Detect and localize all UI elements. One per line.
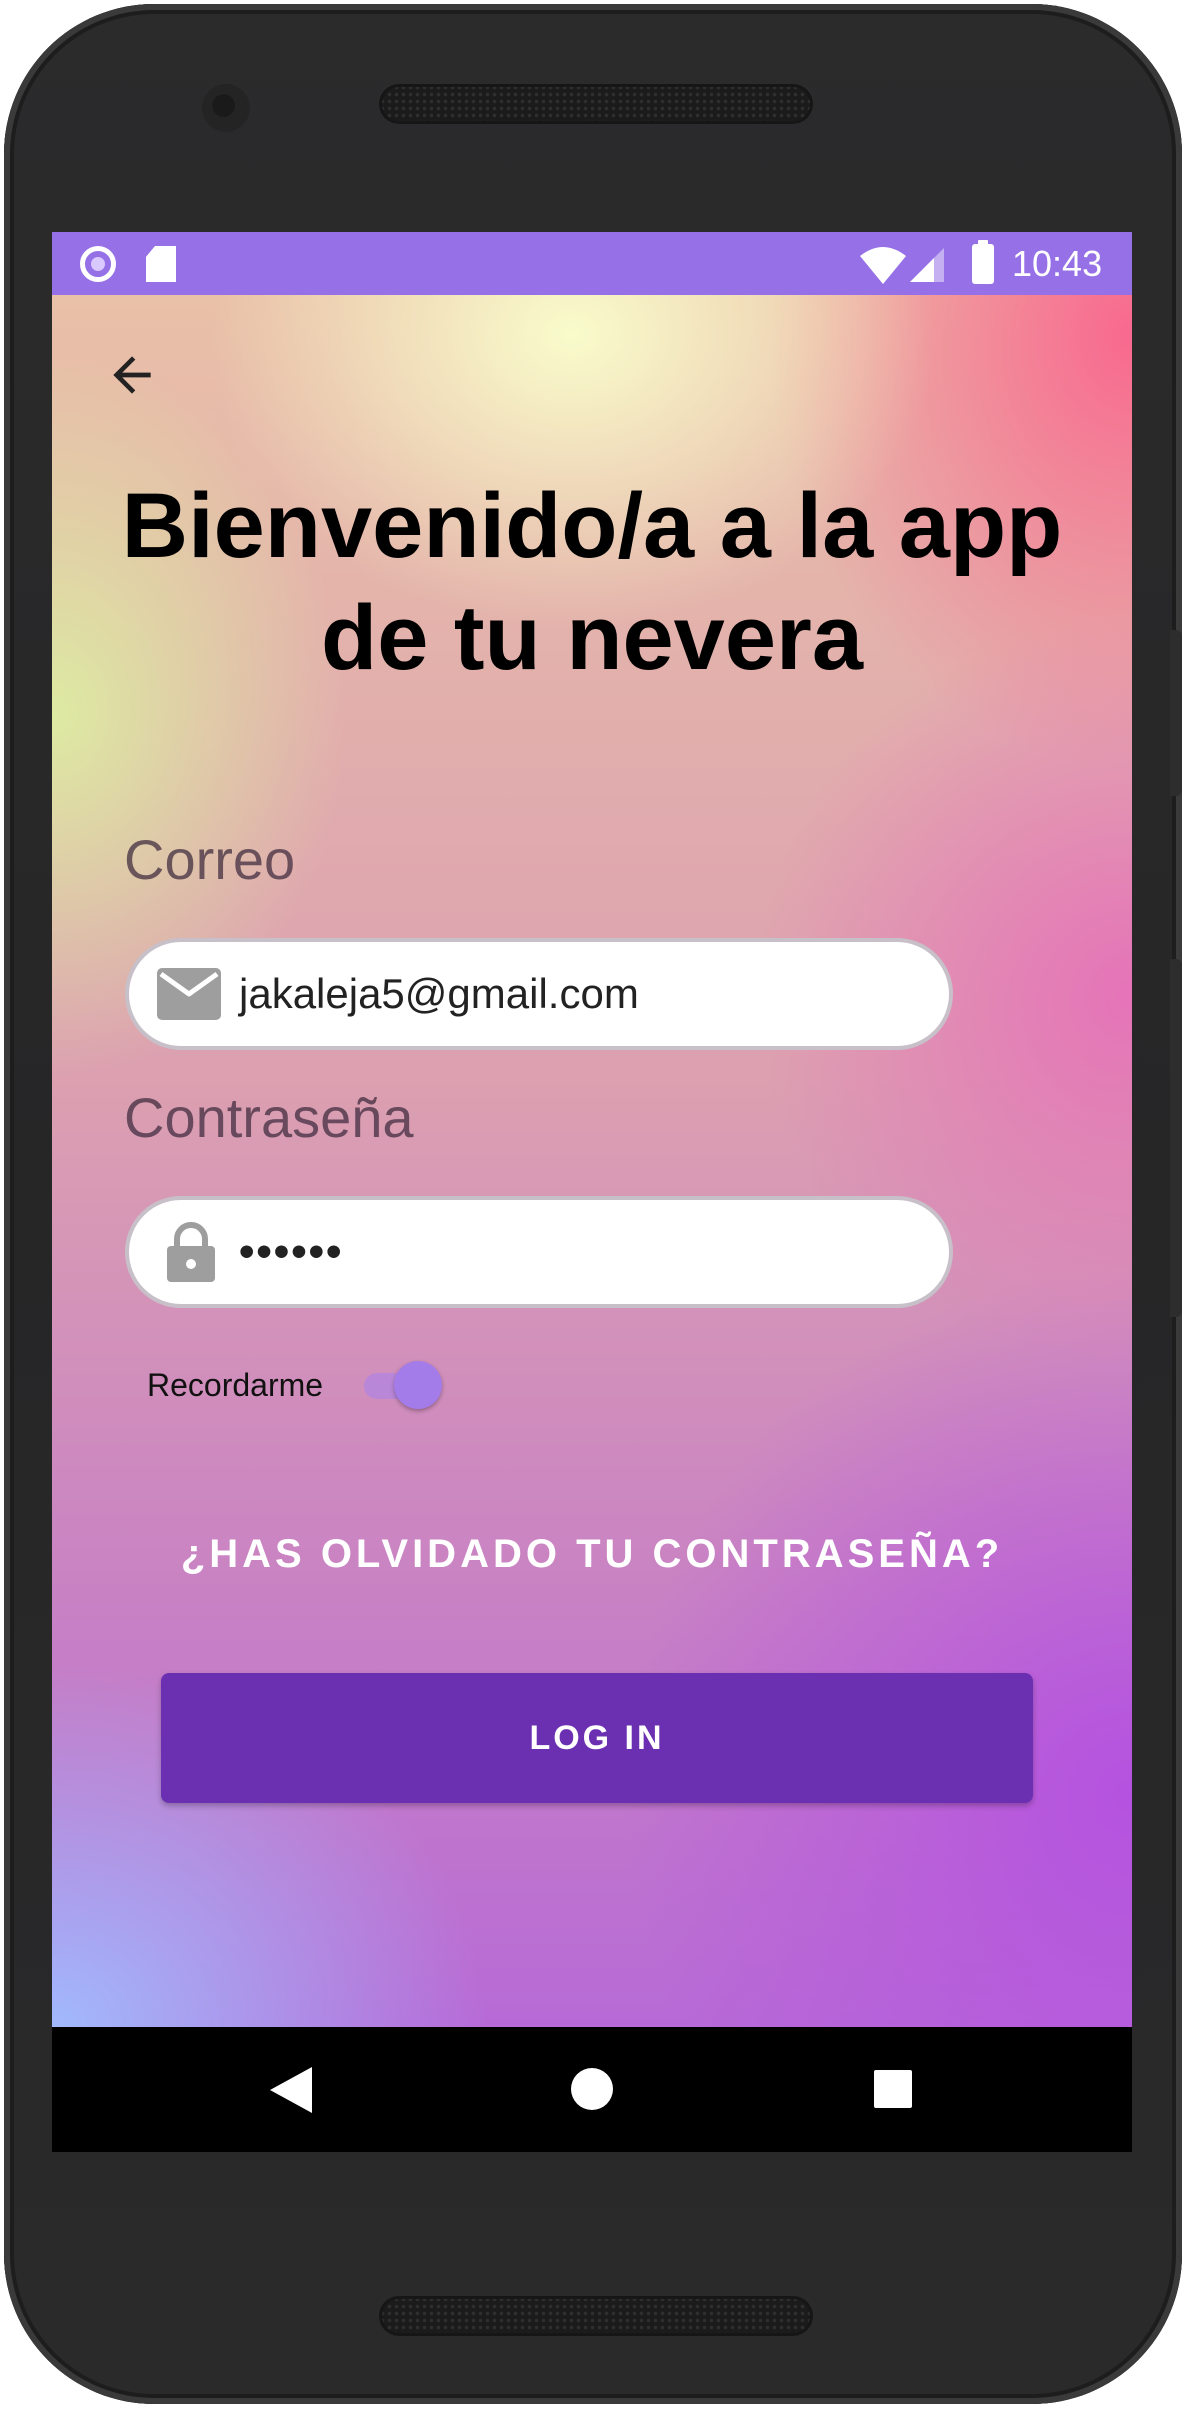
status-bar: 10:43: [52, 232, 1132, 295]
login-screen: Bienvenido/a a la app de tu nevera Corre…: [52, 295, 1132, 2027]
remember-me-toggle[interactable]: [360, 1361, 442, 1409]
lock-icon: [167, 1222, 215, 1282]
sd-card-icon: [146, 246, 176, 282]
volume-button: [1170, 959, 1182, 1317]
wifi-icon: [860, 247, 906, 284]
mail-icon: [157, 968, 221, 1020]
password-label: Contraseña: [124, 1086, 414, 1149]
back-button[interactable]: [92, 335, 172, 415]
page-title: Bienvenido/a a la app de tu nevera: [121, 475, 1063, 689]
nav-back-icon[interactable]: [270, 2067, 312, 2113]
password-field[interactable]: ••••••: [125, 1196, 953, 1308]
battery-icon: [972, 240, 994, 284]
status-time: 10:43: [1012, 243, 1103, 284]
remember-me-label: Recordarme: [147, 1367, 324, 1403]
earpiece-speaker: [379, 84, 813, 124]
login-button[interactable]: LOG IN: [161, 1673, 1033, 1803]
signal-icon: [910, 248, 944, 282]
device-screen: 10:43 Bienvenido/a a la app de tu nevera…: [52, 232, 1132, 2152]
toggle-thumb: [394, 1361, 442, 1409]
bottom-speaker: [379, 2296, 813, 2336]
forgot-password-link[interactable]: ¿HAS OLVIDADO TU CONTRASEÑA?: [52, 1529, 1132, 1579]
arrow-back-icon: [113, 356, 151, 394]
email-label: Correo: [124, 828, 296, 891]
navigation-bar: [52, 2027, 1132, 2152]
email-field[interactable]: jakaleja5@gmail.com: [125, 938, 953, 1050]
password-value: ••••••: [239, 1227, 344, 1276]
power-button: [1170, 630, 1182, 796]
nav-home-icon[interactable]: [571, 2068, 613, 2110]
email-value: jakaleja5@gmail.com: [239, 970, 639, 1017]
radio-icon: [80, 246, 116, 282]
nav-recents-icon[interactable]: [874, 2070, 912, 2108]
front-camera: [202, 84, 250, 132]
